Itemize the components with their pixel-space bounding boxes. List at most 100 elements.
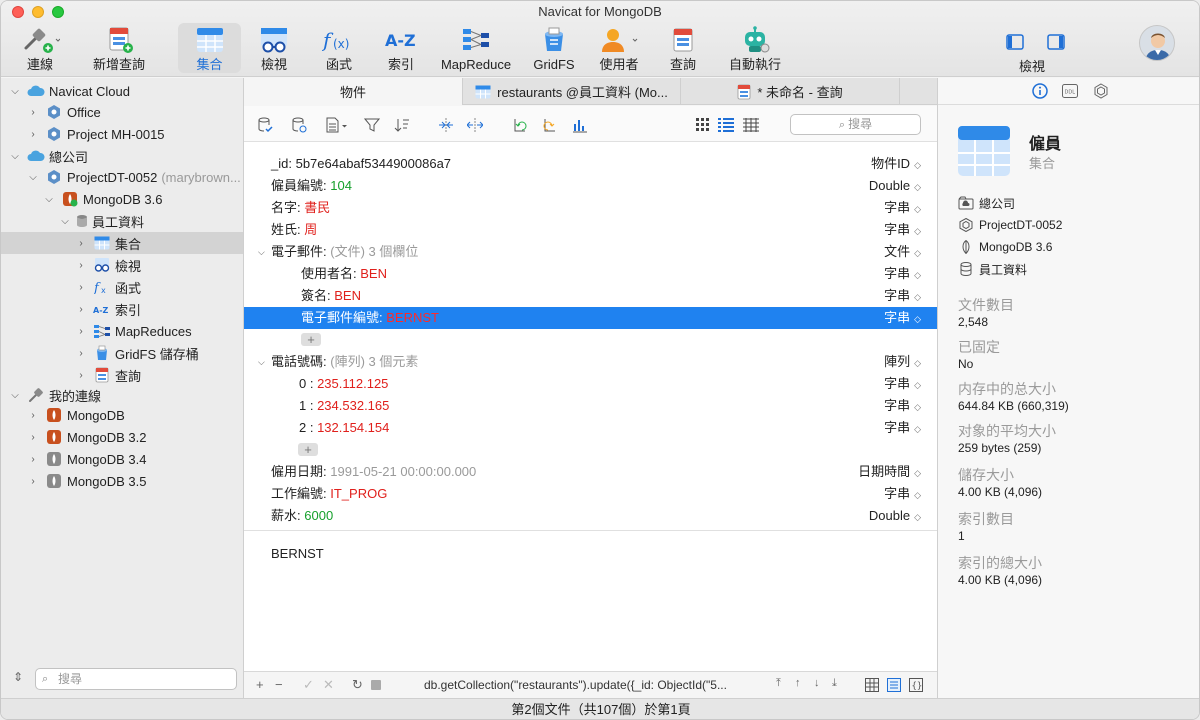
user-avatar[interactable] — [1139, 25, 1175, 61]
chevron-right-icon[interactable]: › — [27, 129, 39, 140]
stop-icon[interactable] — [371, 680, 381, 690]
import-icon[interactable] — [437, 116, 455, 134]
field-value[interactable]: IT_PROG — [330, 486, 387, 501]
field-value[interactable]: BEN — [360, 266, 387, 281]
tree-item-my-connections[interactable]: ⌵ 我的連線 — [1, 384, 243, 406]
delete-document-button[interactable]: − — [275, 677, 283, 692]
json-mode-icon[interactable]: {} — [909, 678, 923, 695]
toolbar-function-button[interactable]: f (x) 函式 — [317, 23, 361, 73]
add-element-button[interactable]: + — [298, 443, 318, 456]
chevron-right-icon[interactable]: › — [27, 454, 39, 465]
begin-transaction-icon[interactable] — [256, 116, 274, 134]
tree-item-gridfs-buckets[interactable]: › GridFS 儲存桶 — [1, 342, 243, 364]
tree-view-icon[interactable] — [717, 116, 735, 134]
tree-item-mongodb-34[interactable]: › MongoDB 3.4 — [1, 448, 243, 470]
field-value[interactable]: 234.532.165 — [317, 398, 389, 413]
chevron-down-icon[interactable]: ⌵ — [9, 390, 21, 401]
ddl-icon[interactable]: DDL — [1061, 82, 1079, 100]
field-type-select[interactable]: Double ◇ — [869, 505, 921, 528]
chevron-right-icon[interactable]: › — [27, 432, 39, 443]
chevron-down-icon[interactable]: ⌵ — [59, 216, 71, 227]
field-value[interactable]: 132.154.154 — [317, 420, 389, 435]
field-row[interactable]: 僱員編號: 104 Double ◇ — [244, 175, 937, 197]
field-value[interactable]: 6000 — [304, 508, 333, 523]
tree-item-head-office[interactable]: ⌵ 總公司 — [1, 145, 243, 167]
toolbar-user-button[interactable]: 使用者 — [595, 23, 643, 73]
field-row[interactable]: 簽名: BEN 字串 ◇ — [244, 285, 937, 307]
chevron-down-icon[interactable]: ⌵ — [43, 194, 55, 205]
tab-restaurants[interactable]: restaurants @員工資料 (Mo... — [463, 78, 681, 105]
table-view-icon[interactable] — [742, 116, 760, 134]
tree-item-collections[interactable]: › 集合 — [1, 232, 243, 254]
tree-item-functions[interactable]: › fx 函式 — [1, 276, 243, 298]
field-type-select[interactable]: 物件ID ◇ — [871, 153, 921, 176]
apply-changes-button[interactable]: ✓ — [303, 677, 314, 693]
chevron-down-icon[interactable]: ⌵ — [9, 151, 21, 162]
field-value[interactable]: BEN — [334, 288, 361, 303]
toggle-sidebar-button[interactable] — [1003, 27, 1027, 57]
field-value[interactable]: 104 — [330, 178, 352, 193]
toolbar-view-button[interactable]: 檢視 — [251, 23, 297, 73]
grid-view-icon[interactable] — [694, 116, 712, 134]
toggle-info-pane-button[interactable] — [1044, 27, 1068, 57]
document-menu-icon[interactable] — [324, 116, 350, 134]
value-editor[interactable]: BERNST — [244, 530, 937, 671]
field-type-select[interactable]: 字串 ◇ — [884, 285, 921, 308]
chevron-right-icon[interactable]: › — [75, 282, 87, 293]
field-value[interactable]: 235.112.125 — [317, 376, 388, 391]
field-row[interactable]: 工作編號: IT_PROG 字串 ◇ — [244, 483, 937, 505]
tree-item-projectdt-0052[interactable]: ⌵ ProjectDT-0052 (marybrown... — [1, 166, 243, 188]
export-icon[interactable] — [466, 116, 484, 134]
toolbar-collection-button[interactable]: 集合 — [178, 23, 241, 73]
info-icon[interactable] — [1031, 82, 1049, 100]
field-row[interactable]: _id: 5b7e64abaf5344900086a7 物件ID ◇ — [244, 153, 937, 175]
field-type-select[interactable]: 字串 ◇ — [884, 307, 921, 330]
tree-item-mongodb-32[interactable]: › MongoDB 3.2 — [1, 426, 243, 448]
selected-value-text[interactable]: BERNST — [271, 546, 324, 561]
chevron-right-icon[interactable]: › — [75, 304, 87, 315]
add-field-button[interactable]: + — [301, 333, 321, 346]
field-value[interactable]: 5b7e64abaf5344900086a7 — [296, 156, 451, 171]
chevron-down-icon[interactable]: ⌵ — [258, 241, 265, 263]
toolbar-query-button[interactable]: 查詢 — [661, 23, 705, 73]
hexagon-icon[interactable] — [1092, 82, 1110, 100]
tree-item-office[interactable]: › Office — [1, 101, 243, 123]
chevron-right-icon[interactable]: › — [75, 238, 87, 249]
field-value[interactable]: 書民 — [304, 200, 330, 215]
field-value[interactable]: 周 — [304, 222, 317, 237]
previous-page-icon[interactable]: ↑ — [795, 677, 801, 689]
field-value[interactable]: BERNST — [386, 310, 439, 325]
redo-icon[interactable] — [541, 116, 559, 134]
field-type-select[interactable]: 文件 ◇ — [884, 241, 921, 264]
toolbar-automation-button[interactable]: 自動執行 — [723, 23, 787, 73]
refresh-icon[interactable]: ↻ — [352, 677, 363, 693]
field-row[interactable]: 薪水: 6000 Double ◇ — [244, 505, 937, 527]
field-type-select[interactable]: 字串 ◇ — [884, 263, 921, 286]
field-type-select[interactable]: 陣列 ◇ — [884, 351, 921, 374]
chevron-right-icon[interactable]: › — [75, 370, 87, 381]
chevron-down-icon[interactable]: ⌵ — [9, 86, 21, 97]
tree-mode-icon[interactable] — [887, 678, 901, 695]
chevron-right-icon[interactable]: › — [75, 260, 87, 271]
chevron-right-icon[interactable]: › — [75, 326, 87, 337]
toolbar-mapreduce-button[interactable]: MapReduce — [441, 23, 511, 73]
tree-item-employee-db[interactable]: ⌵ 員工資料 — [1, 210, 243, 232]
tree-item-project-mh-0015[interactable]: › Project MH-0015 — [1, 123, 243, 145]
field-type-select[interactable]: 字串 ◇ — [884, 373, 921, 396]
tree-item-mongodb[interactable]: › MongoDB — [1, 404, 243, 426]
array-element-row[interactable]: 2 : 132.154.154 字串 ◇ — [244, 417, 937, 439]
field-row[interactable]: 姓氏: 周 字串 ◇ — [244, 219, 937, 241]
field-row[interactable]: ⌵ 電話號碼: (陣列) 3 個元素 陣列 ◇ — [244, 351, 937, 373]
tree-item-queries[interactable]: › 查詢 — [1, 364, 243, 386]
toolbar-index-button[interactable]: A-Z 索引 — [379, 23, 423, 73]
refresh-data-icon[interactable] — [290, 116, 308, 134]
tree-item-mongodb-36[interactable]: ⌵ MongoDB 3.6 — [1, 188, 243, 210]
field-type-select[interactable]: 字串 ◇ — [884, 483, 921, 506]
field-type-select[interactable]: 字串 ◇ — [884, 395, 921, 418]
field-value[interactable]: 1991-05-21 00:00:00.000 — [330, 464, 476, 479]
field-row-selected[interactable]: 電子郵件編號: BERNST 字串 ◇ — [244, 307, 937, 329]
field-row[interactable]: ⌵ 電子郵件: (文件) 3 個欄位 文件 ◇ — [244, 241, 937, 263]
sidebar-search-input[interactable]: ⌕ 搜尋 — [35, 668, 237, 690]
field-row[interactable]: 僱用日期: 1991-05-21 00:00:00.000 日期時間 ◇ — [244, 461, 937, 483]
toolbar-gridfs-button[interactable]: GridFS — [531, 23, 577, 73]
